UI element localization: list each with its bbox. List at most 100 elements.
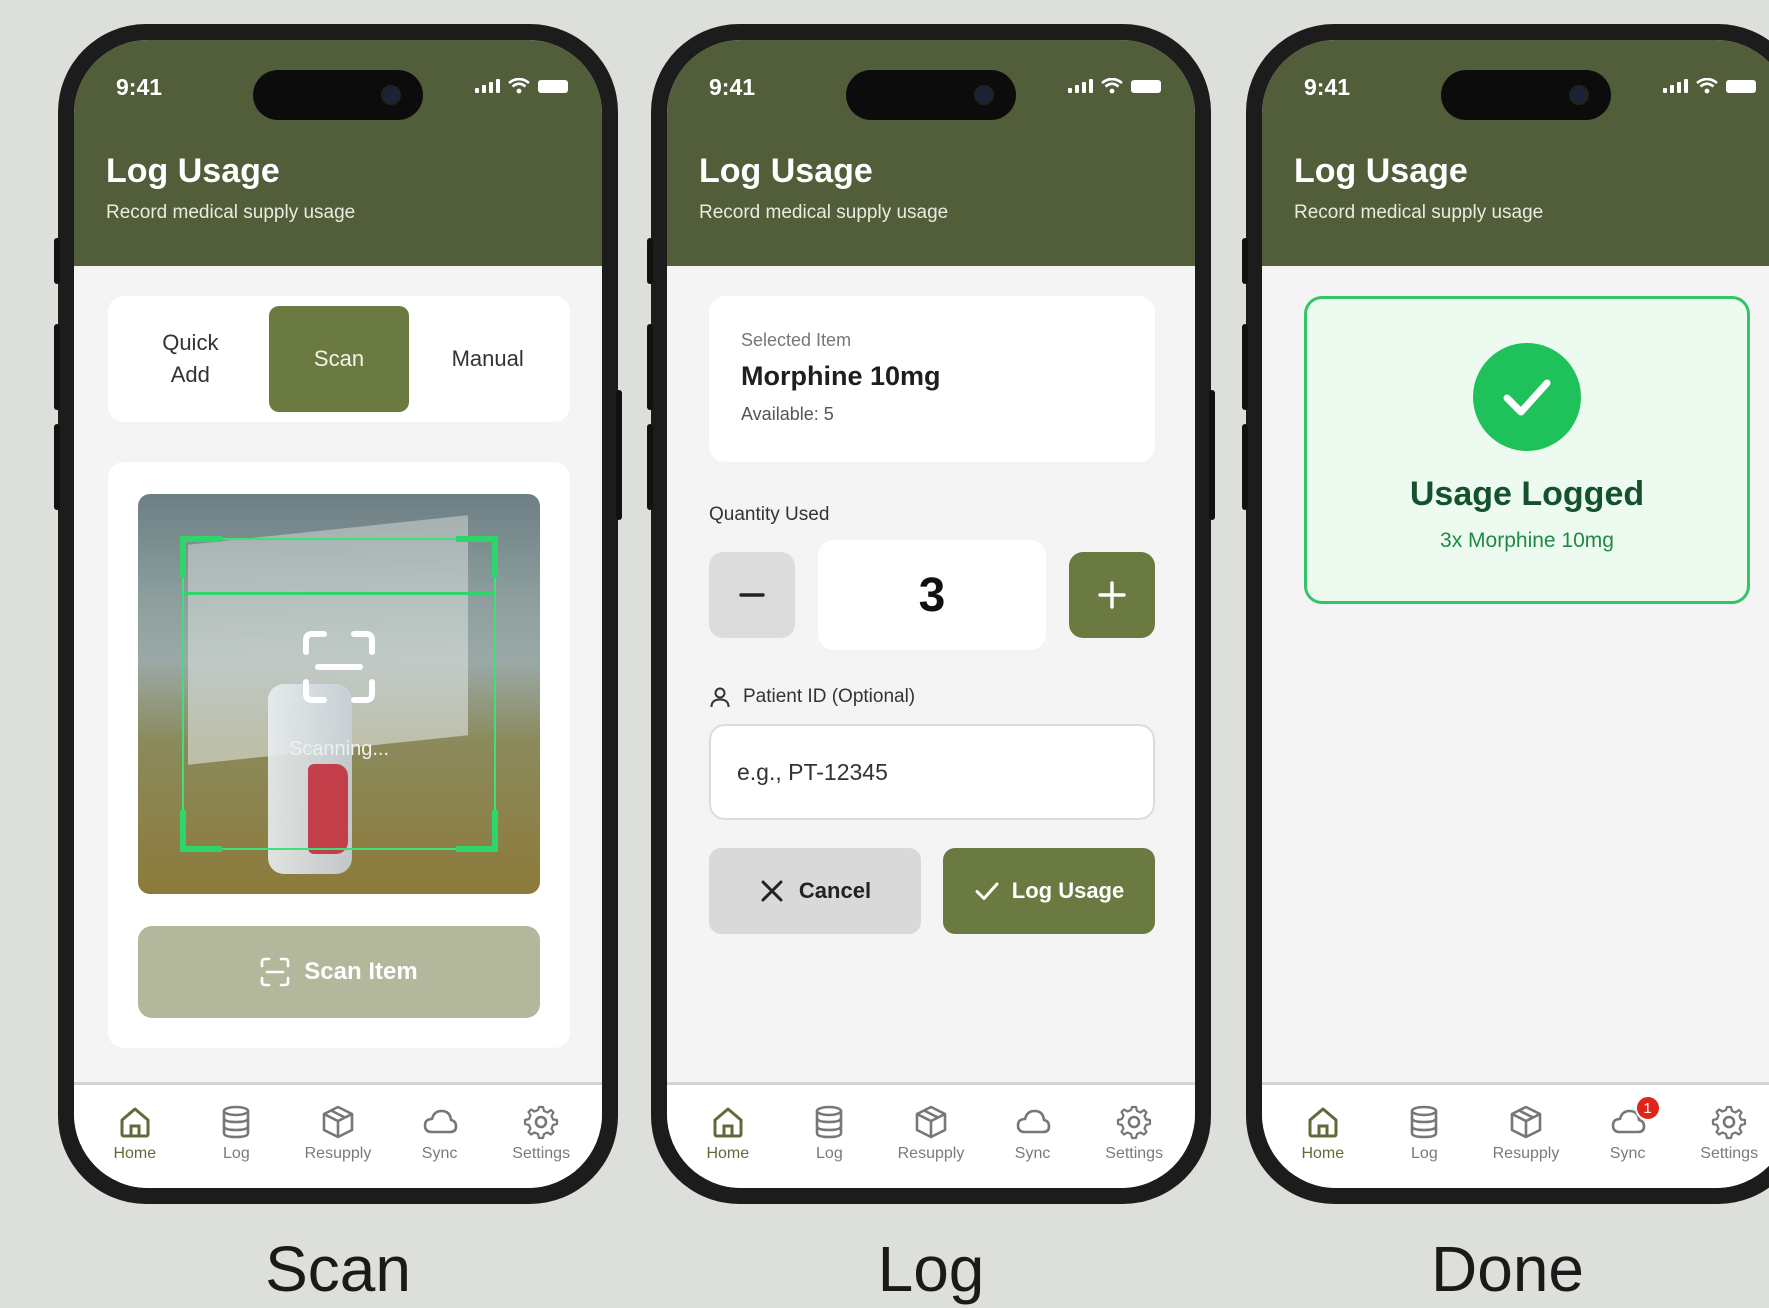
page-subtitle: Record medical supply usage [699,202,949,223]
status-time: 9:41 [709,74,756,100]
nav-sync[interactable]: Sync [983,1103,1083,1188]
caption-log: Log [877,1233,985,1305]
nav-log[interactable]: Log [779,1103,879,1188]
success-subtitle: 3x Morphine 10mg [1440,529,1614,552]
database-icon [1411,1105,1438,1139]
cancel-button[interactable]: Cancel [709,848,921,934]
nav-label: Resupply [897,1145,965,1162]
wifi-icon [1696,78,1718,94]
nav-label: Home [706,1145,750,1162]
nav-label: Settings [1105,1145,1164,1162]
tab-manual[interactable]: Manual [418,306,558,412]
tab-quick-add[interactable]: Quick Add [120,306,260,412]
increment-button[interactable] [1069,552,1155,638]
cloud-icon [1016,1109,1050,1134]
nav-label: Sync [1014,1145,1051,1162]
page-title: Log Usage [699,152,873,190]
success-title: Usage Logged [1409,475,1645,513]
bottom-nav: Home Log Resupply 1 Sync Settings [1262,1082,1769,1188]
signal-icon [1068,79,1093,93]
bottom-nav: Home Log Resupply Sync Settings [74,1082,602,1188]
bottom-nav: Home Log Resupply Sync Settings [667,1082,1195,1188]
database-icon [816,1105,843,1139]
nav-log[interactable]: Log [1374,1103,1474,1188]
nav-label: Resupply [1492,1145,1560,1162]
scan-card: Scanning... Scan Item [108,462,570,1048]
phone-done: 9:41 Log Usage Record medical supply usa… [1242,24,1769,1204]
nav-label: Log [1411,1145,1438,1162]
quantity-label: Quantity Used [709,504,830,525]
nav-label: Log [816,1145,843,1162]
patient-id-label: Patient ID (Optional) [709,686,915,708]
page-subtitle: Record medical supply usage [1294,202,1544,223]
gear-icon [1117,1105,1152,1140]
scan-item-label: Scan Item [304,958,418,985]
check-icon [1503,379,1551,416]
nav-home[interactable]: Home [85,1103,185,1188]
nav-settings[interactable]: Settings [491,1103,591,1188]
database-icon [223,1105,250,1139]
selected-item-label: Selected Item [741,330,852,350]
log-usage-button[interactable]: Log Usage [943,848,1155,934]
nav-resupply[interactable]: Resupply [881,1103,981,1188]
wifi-icon [508,78,530,94]
close-icon [761,880,783,902]
nav-label: Home [113,1145,157,1162]
log-usage-label: Log Usage [1011,878,1125,903]
patient-id-input[interactable] [709,724,1155,820]
nav-settings[interactable]: Settings [1084,1103,1184,1188]
nav-resupply[interactable]: Resupply [1476,1103,1576,1188]
camera-viewfinder[interactable]: Scanning... [138,494,540,894]
battery-icon [1131,79,1161,93]
scan-line [184,592,494,595]
done-body: Usage Logged 3x Morphine 10mg [1262,266,1769,1082]
nav-log[interactable]: Log [186,1103,286,1188]
scan-frame-icon [303,631,375,703]
scan-item-button[interactable]: Scan Item [138,926,540,1018]
screen: 9:41 Log Usage Record medical supply usa… [74,40,602,1188]
nav-sync[interactable]: Sync [390,1103,490,1188]
package-icon [915,1105,947,1139]
status-icons [1068,78,1161,94]
app-header: 9:41 Log Usage Record medical supply usa… [1262,40,1769,266]
tab-scan[interactable]: Scan [268,306,409,412]
battery-icon [538,79,568,93]
caption-done: Done [1431,1233,1584,1305]
nav-label: Settings [1700,1145,1759,1162]
page-title: Log Usage [1294,152,1468,190]
scan-icon [260,957,290,987]
nav-label: Log [223,1145,250,1162]
nav-label: Settings [512,1145,571,1162]
user-icon [710,687,730,708]
nav-home[interactable]: Home [1273,1103,1373,1188]
nav-sync[interactable]: 1 Sync [1578,1095,1678,1188]
package-icon [322,1105,354,1139]
nav-resupply[interactable]: Resupply [288,1103,388,1188]
battery-icon [1726,79,1756,93]
cancel-label: Cancel [798,878,872,903]
nav-settings[interactable]: Settings [1679,1103,1769,1188]
dynamic-island [846,70,1016,120]
status-icons [475,78,568,94]
nav-label: Sync [421,1145,458,1162]
nav-label: Sync [1609,1145,1646,1162]
available-count: Available: 5 [741,404,834,424]
decrement-button[interactable] [709,552,795,638]
mode-selector: Quick Add Scan Manual [108,296,570,422]
selected-item-card: Selected Item Morphine 10mg Available: 5 [709,296,1155,462]
sync-badge: 1 [1634,1095,1661,1121]
caption-scan: Scan [265,1233,411,1305]
minus-icon [739,593,765,597]
success-card: Usage Logged 3x Morphine 10mg [1304,296,1750,604]
screen: 9:41 Log Usage Record medical supply usa… [667,40,1195,1188]
quantity-value[interactable]: 3 [818,540,1046,650]
app-header: 9:41 Log Usage Record medical supply usa… [74,40,602,266]
plus-icon [1098,581,1126,609]
quantity-stepper: 3 [709,540,1155,650]
cloud-icon [423,1109,457,1134]
gear-icon [524,1105,559,1140]
signal-icon [1663,79,1688,93]
dynamic-island [1441,70,1611,120]
status-time: 9:41 [1304,74,1351,100]
nav-home[interactable]: Home [678,1103,778,1188]
